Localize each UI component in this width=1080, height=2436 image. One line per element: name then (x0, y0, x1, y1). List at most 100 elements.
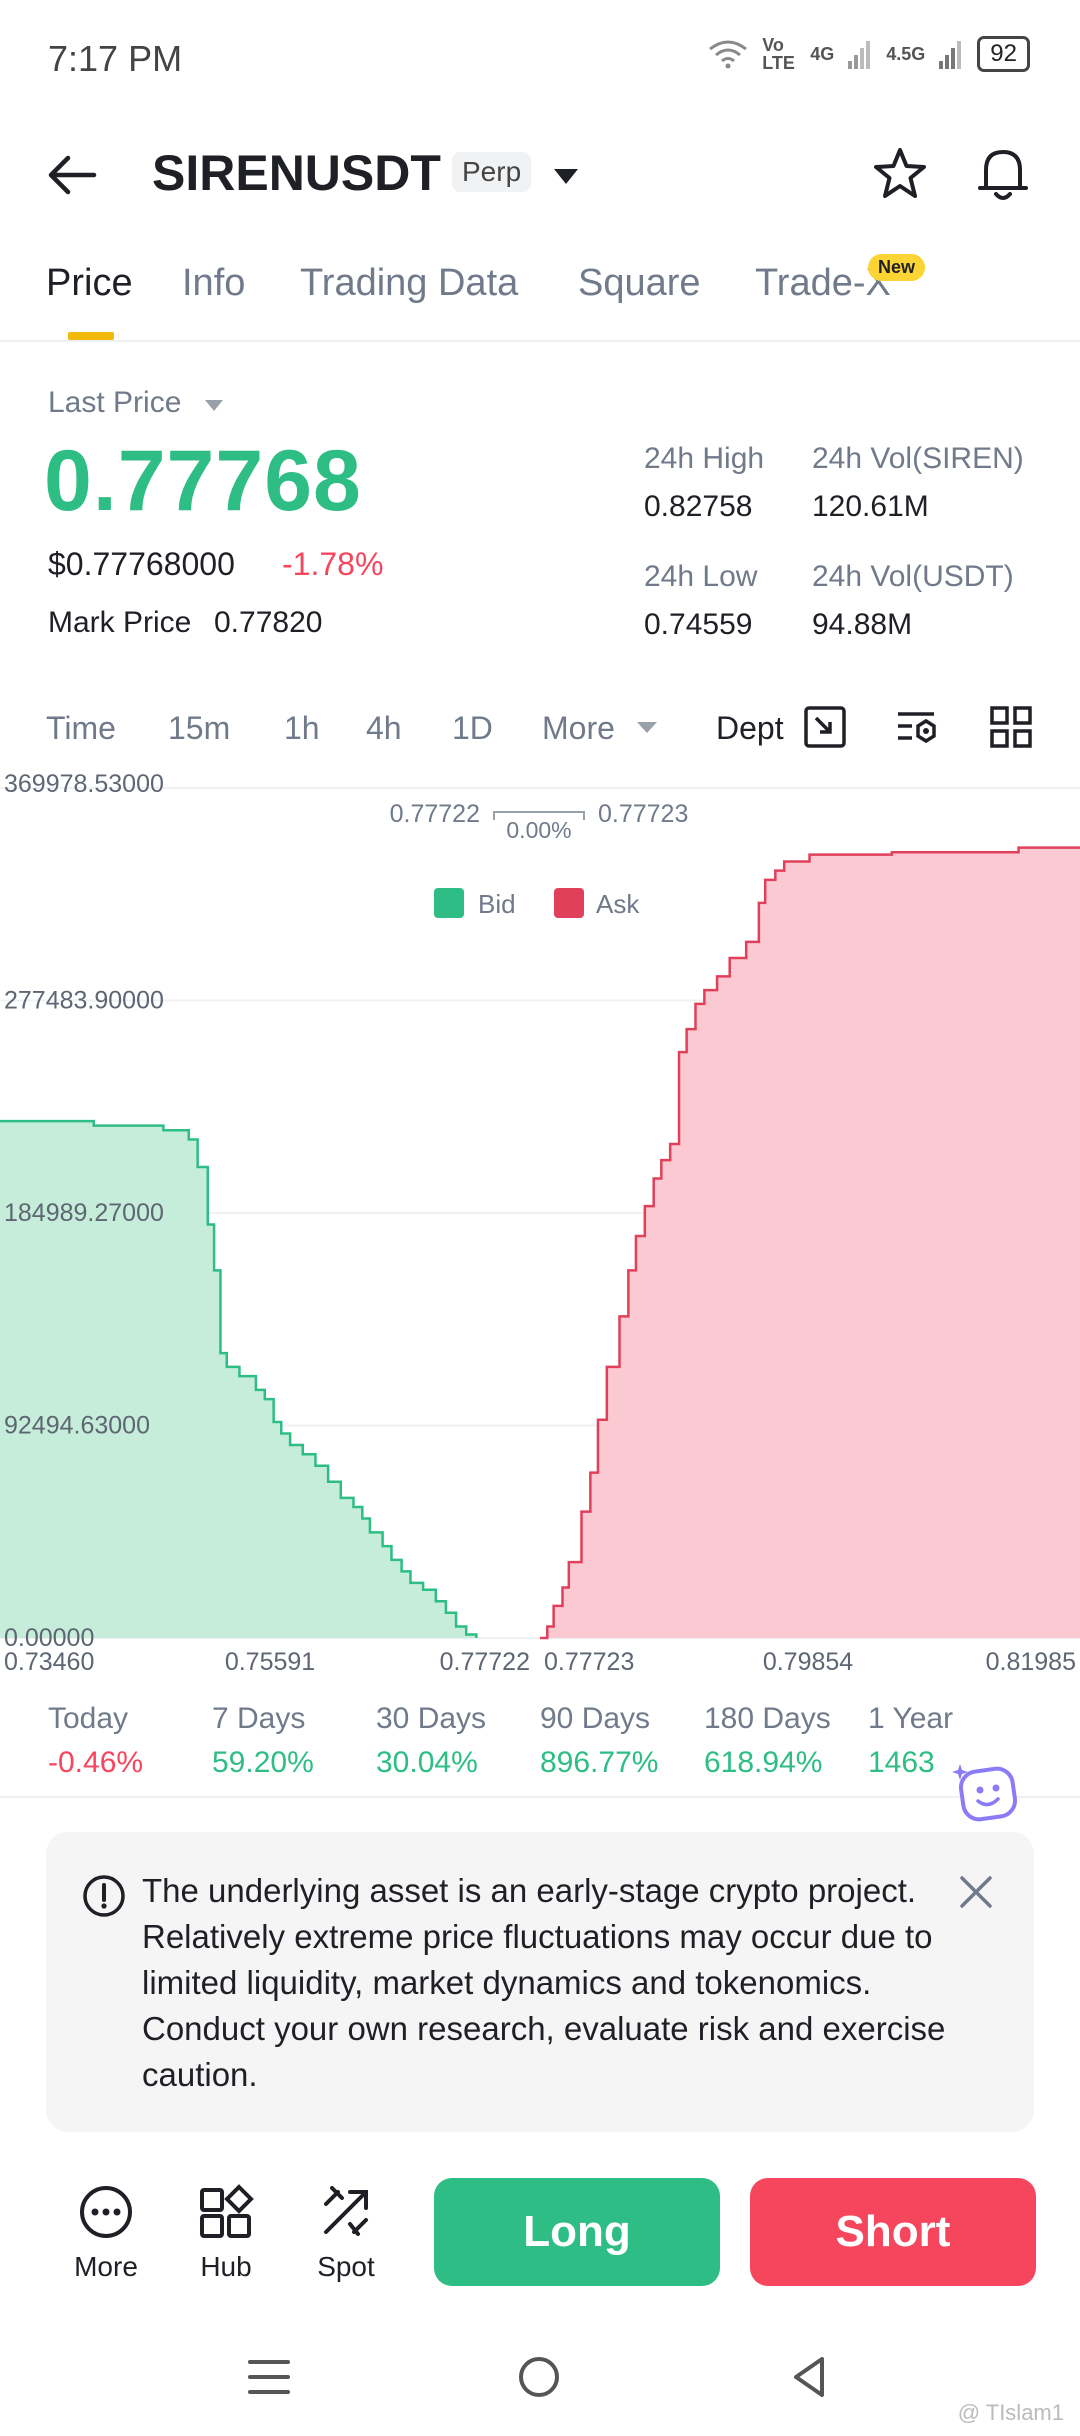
status-time: 7:17 PM (48, 38, 183, 79)
x-tick-label: 0.81985 (986, 1648, 1076, 1676)
more-action[interactable]: More (66, 2184, 146, 2283)
perf-label-today: Today (48, 1702, 129, 1735)
network-4g: 4G (810, 43, 835, 64)
interval-time[interactable]: Time (46, 710, 116, 747)
x-tick-label: 0.75591 (225, 1648, 315, 1676)
low-label: 24h Low (644, 560, 758, 593)
signal-icon-2 (939, 41, 962, 69)
spread-pct: 0.00% (506, 817, 571, 843)
hub-label: Hub (200, 2251, 252, 2282)
ai-assistant-icon[interactable] (950, 1756, 1026, 1832)
x-tick-label: 0.73460 (4, 1648, 94, 1676)
more-label: More (74, 2251, 138, 2282)
watermark: @ TIslam1 (957, 2400, 1064, 2425)
mark-price-value: 0.77820 (214, 606, 323, 639)
status-bar: 7:17 PM Vo LTE 4G 4.5G 92 (0, 0, 1080, 120)
perf-value-30d: 30.04% (376, 1746, 478, 1779)
interval-15m[interactable]: 15m (168, 710, 230, 747)
home-icon[interactable] (516, 2354, 562, 2400)
legend-ask-swatch (554, 888, 584, 918)
caret-down-icon[interactable] (552, 166, 580, 186)
mark-price-label: Mark Price (48, 606, 192, 639)
interval-1d[interactable]: 1D (452, 710, 493, 747)
back-icon[interactable] (786, 2354, 832, 2400)
spread-bid: 0.77722 (390, 800, 480, 828)
interval-1h[interactable]: 1h (284, 710, 320, 747)
indicator-settings-icon[interactable] (894, 704, 940, 750)
header: SIRENUSDT Perp (0, 130, 1080, 220)
ask-depth-area (540, 847, 1080, 1638)
perf-value-180d: 618.94% (704, 1746, 823, 1779)
spread-ask: 0.77723 (598, 800, 688, 828)
signal-icon (848, 41, 871, 69)
menu-icon[interactable] (246, 2354, 292, 2400)
low-value: 0.74559 (644, 608, 753, 641)
alert-icon (83, 1875, 125, 1917)
system-nav-bar (0, 2320, 1080, 2436)
perf-label-30d: 30 Days (376, 1702, 487, 1735)
back-arrow-icon[interactable] (44, 150, 100, 200)
divider (0, 1796, 1080, 1798)
bell-icon[interactable] (974, 144, 1032, 204)
expand-icon[interactable] (802, 704, 848, 750)
interval-4h[interactable]: 4h (366, 710, 402, 747)
symbol-title[interactable]: SIRENUSDT (152, 144, 441, 202)
battery-indicator: 92 (977, 36, 1030, 72)
perf-value-today: -0.46% (48, 1746, 144, 1779)
last-price-label[interactable]: Last Price (48, 386, 181, 420)
grid-layout-icon[interactable] (988, 704, 1034, 750)
interval-more[interactable]: More (542, 710, 615, 747)
more-icon (80, 2186, 132, 2238)
wifi-icon (709, 40, 748, 69)
perp-badge: Perp (452, 152, 532, 192)
hub-icon (200, 2184, 254, 2238)
risk-warning-banner: The underlying asset is an early-stage c… (46, 1832, 1034, 2132)
tab-info[interactable]: Info (182, 262, 245, 305)
x-tick-label: 0.79854 (763, 1648, 853, 1676)
long-button[interactable]: Long (434, 2178, 720, 2286)
tab-bar: Price Info Trading Data Square Trade-X N… (0, 250, 1080, 342)
close-icon[interactable] (956, 1872, 996, 1912)
y-tick-label: 184989.27000 (4, 1199, 164, 1227)
vol-usdt-label: 24h Vol(USDT) (812, 560, 1014, 593)
interval-depth[interactable]: Dept (716, 710, 784, 747)
caret-down-icon[interactable] (204, 398, 224, 412)
vol-usdt-value: 94.88M (812, 608, 913, 641)
volte-label: Vo LTE (762, 35, 795, 73)
high-label: 24h High (644, 442, 765, 475)
spot-swap-icon (324, 2186, 368, 2236)
star-icon[interactable] (872, 146, 928, 202)
x-tick-label: 0.77722 (440, 1648, 530, 1676)
last-price: 0.77768 (44, 433, 362, 529)
tab-trading-data[interactable]: Trading Data (300, 262, 518, 305)
short-button[interactable]: Short (750, 2178, 1036, 2286)
high-value: 0.82758 (644, 490, 753, 523)
usd-price: $0.77768000 (48, 546, 235, 582)
perf-label-1y: 1 Year (868, 1702, 954, 1735)
network-45g: 4.5G (886, 43, 926, 64)
risk-warning-text: The underlying asset is an early-stage c… (142, 1872, 946, 2093)
depth-chart[interactable]: 369978.53000 277483.90000 184989.27000 9249… (0, 770, 1080, 1680)
perf-value-7d: 59.20% (212, 1746, 314, 1779)
legend-bid: Bid (478, 889, 516, 919)
tab-price[interactable]: Price (46, 262, 133, 305)
perf-label-7d: 7 Days (212, 1702, 306, 1735)
vol-siren-value: 120.61M (812, 490, 929, 523)
y-tick-label: 369978.53000 (4, 770, 164, 798)
perf-value-90d: 896.77% (540, 1746, 659, 1779)
legend-ask: Ask (596, 889, 640, 919)
depth-chart-svg[interactable]: 369978.53000 277483.90000 184989.27000 9249… (0, 770, 1080, 1680)
caret-down-icon[interactable] (636, 720, 658, 734)
y-tick-label: 92494.63000 (4, 1412, 150, 1440)
x-tick-label: 0.77723 (544, 1648, 634, 1676)
perf-label-90d: 90 Days (540, 1702, 651, 1735)
tab-square[interactable]: Square (578, 262, 701, 305)
hub-action[interactable]: Hub (186, 2184, 266, 2283)
active-tab-indicator (68, 332, 114, 340)
new-badge: New (868, 254, 926, 281)
price-change: -1.78% (282, 546, 384, 582)
legend-bid-swatch (434, 888, 464, 918)
perf-label-180d: 180 Days (704, 1702, 831, 1735)
status-icons: Vo LTE 4G 4.5G 92 (708, 36, 1030, 72)
spot-action[interactable]: Spot (306, 2184, 386, 2283)
